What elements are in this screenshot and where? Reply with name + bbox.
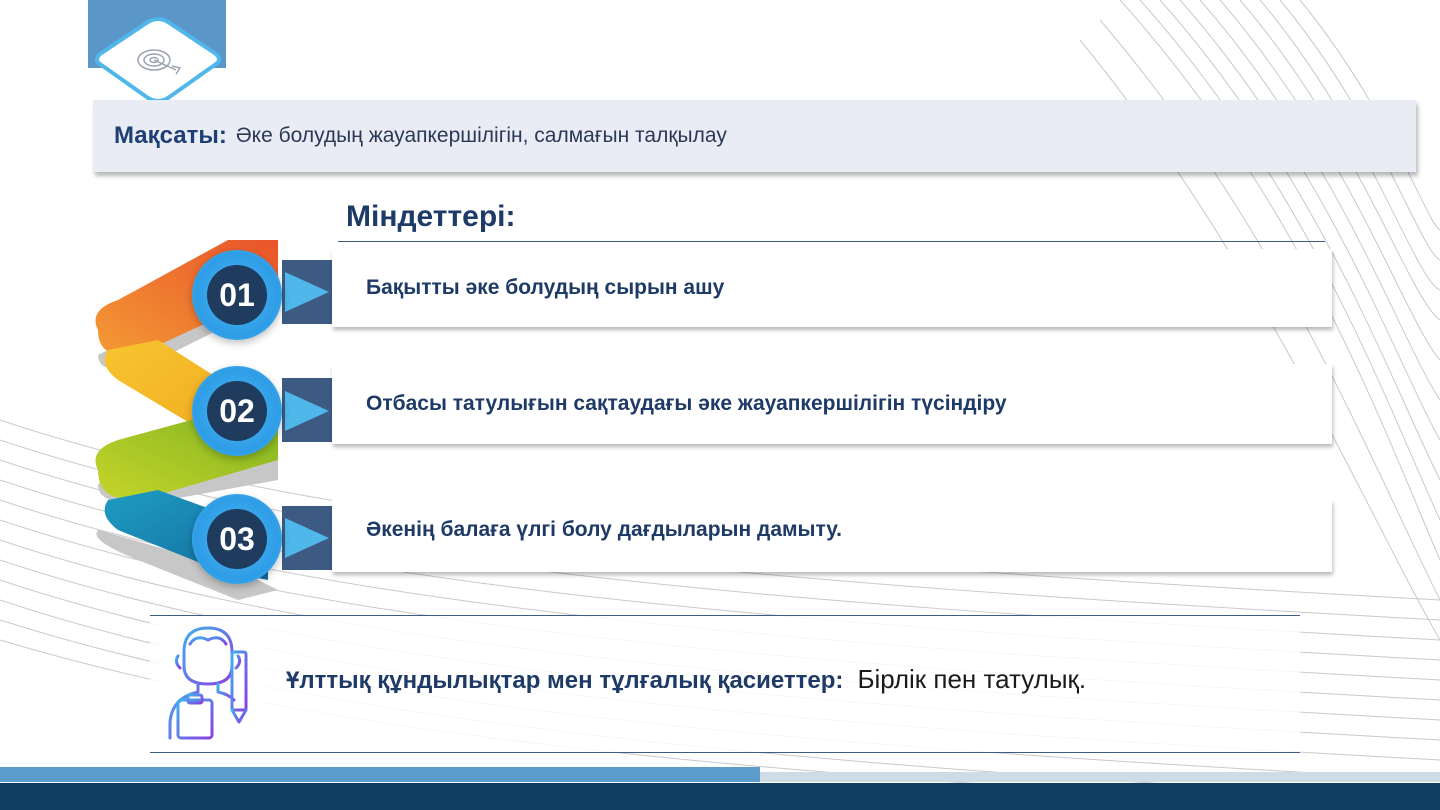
task-card-2: Отбасы татулығын сақтаудағы әке жауапкер… [332, 364, 1332, 444]
task-text-3: Әкенің балаға үлгі болу дағдыларын дамыт… [366, 518, 842, 541]
task-text-2: Отбасы татулығын сақтаудағы әке жауапкер… [366, 392, 1007, 415]
goal-bar: Мақсаты: Әке болудың жауапкершілігін, са… [93, 100, 1416, 172]
values-label: Ұлттық құндылықтар мен тұлғалық қасиетте… [286, 667, 844, 694]
number-1: 01 [219, 276, 255, 313]
target-icon [95, 17, 221, 103]
bottom-stripe-blue [0, 767, 760, 782]
task-text-1: Бақытты әке болудың сырын ашу [366, 276, 725, 299]
person-clipboard-icon [162, 622, 262, 742]
number-badge-1: 01 [192, 250, 282, 340]
values-text: Ұлттық құндылықтар мен тұлғалық қасиетте… [286, 664, 1086, 695]
tasks-title: Міндеттері: [346, 200, 516, 233]
goal-label: Мақсаты: [114, 122, 227, 149]
number-3: 03 [219, 520, 255, 557]
values-value: Бірлік пен татулық. [857, 664, 1087, 694]
number-badge-3: 03 [192, 494, 282, 584]
pointer-arrow-2 [285, 391, 329, 431]
number-2: 02 [219, 392, 255, 429]
task-card-3: Әкенің балаға үлгі болу дағдыларын дамыт… [332, 500, 1332, 572]
bottom-bar [0, 783, 1440, 810]
task-card-1: Бақытты әке болудың сырын ашу [332, 249, 1332, 327]
pointer-arrow-3 [285, 518, 329, 558]
pointer-arrow-1 [285, 272, 329, 312]
tasks-divider [338, 241, 1325, 242]
number-badge-2: 02 [192, 366, 282, 456]
goal-text: Әке болудың жауапкершілігін, салмағын та… [235, 124, 727, 147]
